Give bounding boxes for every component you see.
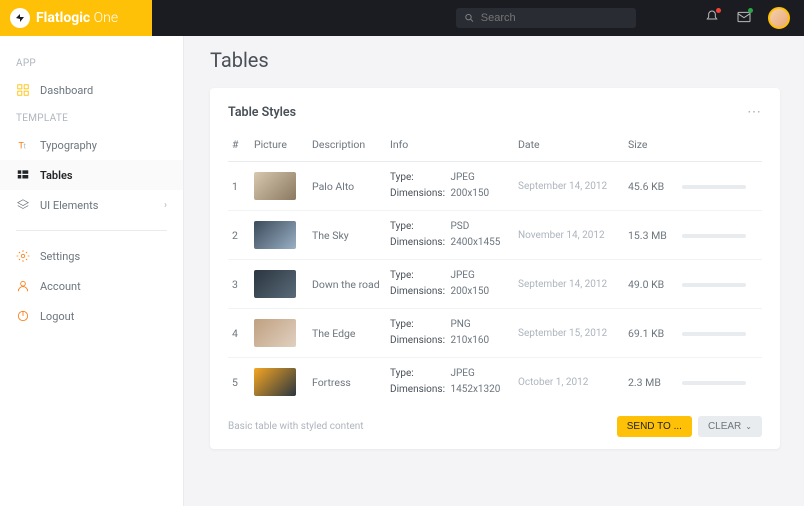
sidebar-item-label: UI Elements [40, 199, 98, 212]
brand-bar: Flatlogic One [0, 0, 152, 36]
cell-size: 49.0 KB [624, 260, 678, 309]
col-header-picture: Picture [250, 132, 308, 162]
progress-bar [682, 185, 746, 189]
progress-bar [682, 332, 746, 336]
typography-icon: Tt [16, 138, 30, 152]
card-menu-icon[interactable]: ⋯ [747, 104, 762, 120]
cell-description: Palo Alto [308, 162, 386, 211]
sidebar-item-settings[interactable]: Settings [0, 241, 183, 271]
cell-description: Down the road [308, 260, 386, 309]
chevron-right-icon: › [164, 200, 167, 211]
gear-icon [16, 249, 30, 263]
cell-date: October 1, 2012 [514, 358, 624, 407]
sidebar-item-tables[interactable]: Tables [0, 160, 183, 190]
cell-description: The Edge [308, 309, 386, 358]
sidebar-item-label: Logout [40, 310, 74, 323]
cell-date: September 14, 2012 [514, 260, 624, 309]
content: Tables Table Styles ⋯ # Picture Descript… [184, 0, 804, 506]
cell-num: 4 [228, 309, 250, 358]
thumbnail[interactable] [254, 368, 296, 396]
chevron-down-icon: ⌄ [745, 422, 752, 431]
notification-dot [716, 8, 721, 13]
cell-num: 3 [228, 260, 250, 309]
messages-icon[interactable] [736, 9, 752, 28]
progress-bar [682, 234, 746, 238]
sidebar-item-label: Tables [40, 169, 73, 182]
cell-num: 2 [228, 211, 250, 260]
power-icon [16, 309, 30, 323]
cell-size: 15.3 MB [624, 211, 678, 260]
cell-size: 45.6 KB [624, 162, 678, 211]
col-header-description: Description [308, 132, 386, 162]
user-icon [16, 279, 30, 293]
sidebar-item-typography[interactable]: Tt Typography [0, 130, 183, 160]
svg-text:t: t [24, 143, 27, 151]
cell-date: September 14, 2012 [514, 162, 624, 211]
footer-note: Basic table with styled content [228, 421, 364, 432]
clear-button[interactable]: CLEAR ⌄ [698, 416, 762, 437]
cell-num: 5 [228, 358, 250, 407]
tables-icon [16, 168, 30, 182]
thumbnail[interactable] [254, 270, 296, 298]
table-row: 2The SkyType: PSDDimensions: 2400x1455No… [228, 211, 762, 260]
col-header-date: Date [514, 132, 624, 162]
thumbnail[interactable] [254, 221, 296, 249]
thumbnail[interactable] [254, 319, 296, 347]
sidebar-item-label: Typography [40, 139, 97, 152]
progress-bar [682, 381, 746, 385]
table-row: 4The EdgeType: PNGDimensions: 210x160Sep… [228, 309, 762, 358]
cell-date: November 14, 2012 [514, 211, 624, 260]
cell-size: 69.1 KB [624, 309, 678, 358]
search-icon [464, 12, 475, 24]
notifications-icon[interactable] [704, 9, 720, 28]
sidebar-item-dashboard[interactable]: Dashboard [0, 75, 183, 105]
progress-bar [682, 283, 746, 287]
sidebar-item-account[interactable]: Account [0, 271, 183, 301]
col-header-info: Info [386, 132, 514, 162]
table-row: 1Palo AltoType: JPEGDimensions: 200x150S… [228, 162, 762, 211]
table-row: 5FortressType: JPEGDimensions: 1452x1320… [228, 358, 762, 407]
data-table: # Picture Description Info Date Size 1 Pa… [228, 132, 762, 406]
sidebar: APP Dashboard TEMPLATE Tt Typography Tab… [0, 0, 184, 506]
search-box[interactable] [456, 8, 636, 28]
brand-logo-icon [10, 8, 30, 28]
dashboard-icon [16, 83, 30, 97]
cell-date: September 15, 2012 [514, 309, 624, 358]
sidebar-item-label: Account [40, 280, 81, 293]
sidebar-item-logout[interactable]: Logout [0, 301, 183, 331]
ui-elements-icon [16, 198, 30, 212]
sidebar-section-template: TEMPLATE [0, 105, 183, 130]
search-input[interactable] [481, 12, 628, 24]
cell-description: Fortress [308, 358, 386, 407]
card-title: Table Styles [228, 105, 296, 120]
sidebar-item-ui-elements[interactable]: UI Elements › [0, 190, 183, 220]
cell-num: 1 [228, 162, 250, 211]
user-avatar[interactable] [768, 7, 790, 29]
cell-size: 2.3 MB [624, 358, 678, 407]
table-card: Table Styles ⋯ # Picture Description Inf… [210, 88, 780, 449]
brand-text: Flatlogic One [36, 10, 118, 26]
sidebar-section-app: APP [0, 50, 183, 75]
sidebar-divider [16, 230, 167, 231]
thumbnail[interactable] [254, 172, 296, 200]
cell-description: The Sky [308, 211, 386, 260]
send-to-button[interactable]: SEND TO ... [617, 416, 692, 437]
table-row: 3Down the roadType: JPEGDimensions: 200x… [228, 260, 762, 309]
sidebar-item-label: Settings [40, 250, 80, 263]
col-header-size: Size [624, 132, 678, 162]
topbar [152, 0, 804, 36]
message-dot [748, 8, 753, 13]
col-header-num: # [228, 132, 250, 162]
sidebar-item-label: Dashboard [40, 84, 93, 97]
page-title: Tables [210, 48, 784, 72]
